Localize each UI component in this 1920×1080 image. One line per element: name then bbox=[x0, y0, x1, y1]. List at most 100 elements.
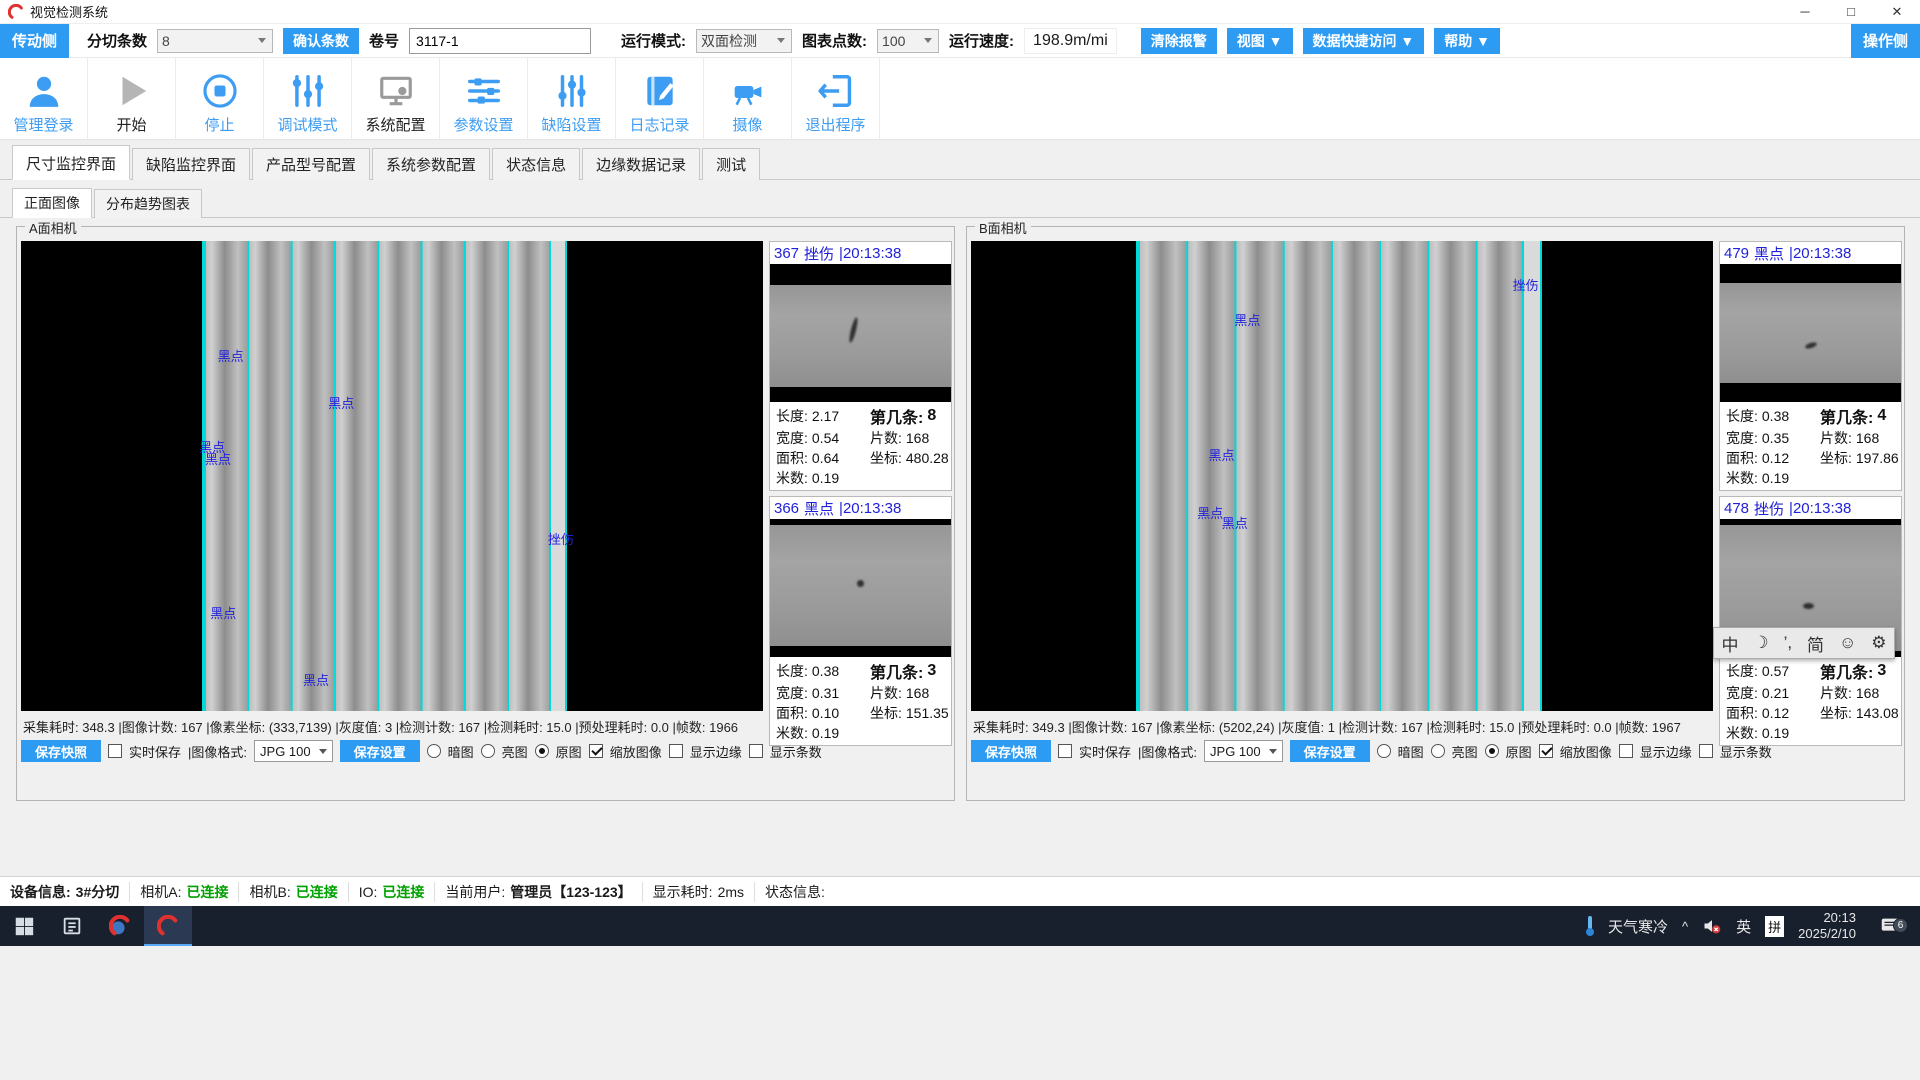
windows-start-button[interactable] bbox=[0, 906, 48, 946]
save-settings-button[interactable]: 保存设置 bbox=[1290, 740, 1370, 762]
camera-a-panel: A面相机 黑点 黑点 黑点 黑点 挫伤 黑点 黑点 367 挫伤 |20:13:… bbox=[16, 226, 955, 801]
camera-b-status-line: 采集耗时: 349.3 |图像计数: 167 |像素坐标: (5202,24) … bbox=[973, 717, 1898, 736]
start-button[interactable]: 开始 bbox=[88, 58, 176, 139]
sub-tab-bar: 正面图像 分布趋势图表 bbox=[0, 180, 1920, 218]
drive-side-button[interactable]: 传动侧 bbox=[0, 24, 69, 58]
tab-test[interactable]: 测试 bbox=[702, 148, 760, 180]
defect-thumbnail bbox=[770, 519, 951, 657]
top-toolbar: 传动侧 分切条数 8 确认条数 卷号 运行模式: 双面检测 图表点数: 100 … bbox=[0, 24, 1920, 58]
run-mode-label: 运行模式: bbox=[621, 30, 686, 51]
speaker-muted-icon[interactable] bbox=[1702, 916, 1722, 936]
original-image-radio[interactable] bbox=[535, 744, 549, 758]
ime-settings-gear-icon[interactable]: ⚙ bbox=[1871, 633, 1886, 653]
ime-punctuation[interactable]: ’, bbox=[1784, 633, 1793, 653]
show-edge-checkbox[interactable] bbox=[1619, 744, 1633, 758]
camera-a-status-line: 采集耗时: 348.3 |图像计数: 167 |像素坐标: (333,7139)… bbox=[23, 717, 948, 736]
tab-system-param-config[interactable]: 系统参数配置 bbox=[372, 148, 490, 180]
defect-label: 挫伤 bbox=[1513, 275, 1539, 294]
save-settings-button[interactable]: 保存设置 bbox=[340, 740, 420, 762]
slice-count-label: 分切条数 bbox=[87, 30, 147, 51]
image-format-select[interactable]: JPG 100 bbox=[254, 740, 333, 762]
device-info-value: 3#分切 bbox=[76, 882, 120, 902]
tab-edge-data-record[interactable]: 边缘数据记录 bbox=[582, 148, 700, 180]
chart-points-select[interactable]: 100 bbox=[877, 29, 939, 53]
data-quick-access-button[interactable]: 数据快捷访问 ▼ bbox=[1303, 28, 1425, 54]
app-logo-icon bbox=[157, 915, 179, 937]
window-title: 视觉检测系统 bbox=[30, 2, 108, 21]
realtime-save-checkbox[interactable] bbox=[1058, 744, 1072, 758]
defect-label: 黑点 bbox=[1222, 513, 1248, 532]
dark-image-radio[interactable] bbox=[427, 744, 441, 758]
title-bar: 视觉检测系统 ─ □ ✕ bbox=[0, 0, 1920, 24]
original-image-radio[interactable] bbox=[1485, 744, 1499, 758]
slice-count-select[interactable]: 8 bbox=[157, 29, 273, 53]
save-snapshot-button[interactable]: 保存快照 bbox=[971, 740, 1051, 762]
view-menu-button[interactable]: 视图 ▼ bbox=[1227, 28, 1293, 54]
tab-size-monitor[interactable]: 尺寸监控界面 bbox=[12, 145, 130, 180]
realtime-save-checkbox[interactable] bbox=[108, 744, 122, 758]
ime-simplified[interactable]: 简 bbox=[1807, 631, 1824, 656]
defect-stats: 长度:2.17 第几条:8 宽度:0.54 片数:168 面积:0.64 坐标:… bbox=[770, 402, 951, 490]
bright-image-radio[interactable] bbox=[481, 744, 495, 758]
tab-defect-monitor[interactable]: 缺陷监控界面 bbox=[132, 148, 250, 180]
language-indicator[interactable]: 英 bbox=[1736, 916, 1751, 937]
ime-indicator[interactable]: 拼 bbox=[1765, 916, 1784, 937]
help-menu-button[interactable]: 帮助 ▼ bbox=[1434, 28, 1500, 54]
task-view-button[interactable] bbox=[48, 906, 96, 946]
ime-emoji-icon[interactable]: ☺ bbox=[1839, 633, 1856, 653]
parameter-settings-button[interactable]: 参数设置 bbox=[440, 58, 528, 139]
system-config-button[interactable]: 系统配置 bbox=[352, 58, 440, 139]
debug-mode-button[interactable]: 调试模式 bbox=[264, 58, 352, 139]
tray-expand-caret[interactable]: ^ bbox=[1682, 919, 1688, 934]
show-strips-checkbox[interactable] bbox=[749, 744, 763, 758]
maximize-button[interactable]: □ bbox=[1828, 0, 1874, 23]
show-edge-checkbox[interactable] bbox=[669, 744, 683, 758]
main-content: A面相机 黑点 黑点 黑点 黑点 挫伤 黑点 黑点 367 挫伤 |20:13:… bbox=[0, 218, 1920, 876]
app-status-bar: 设备信息:3#分切 相机A:已连接 相机B:已连接 IO:已连接 当前用户:管理… bbox=[0, 876, 1920, 906]
weather-text[interactable]: 天气寒冷 bbox=[1608, 916, 1668, 937]
exit-program-button[interactable]: 退出程序 bbox=[792, 58, 880, 139]
image-format-select[interactable]: JPG 100 bbox=[1204, 740, 1283, 762]
run-mode-select[interactable]: 双面检测 bbox=[696, 29, 792, 53]
subtab-distribution-trend[interactable]: 分布趋势图表 bbox=[94, 189, 202, 218]
close-button[interactable]: ✕ bbox=[1874, 0, 1920, 23]
defect-settings-button[interactable]: 缺陷设置 bbox=[528, 58, 616, 139]
stop-button[interactable]: 停止 bbox=[176, 58, 264, 139]
save-snapshot-button[interactable]: 保存快照 bbox=[21, 740, 101, 762]
tab-status-info[interactable]: 状态信息 bbox=[492, 148, 580, 180]
app-taskbar-active-window[interactable] bbox=[144, 906, 192, 946]
defect-time: |20:13:38 bbox=[1789, 245, 1851, 262]
thermometer-icon[interactable] bbox=[1586, 916, 1594, 936]
defect-header: 479 黑点 |20:13:38 bbox=[1720, 242, 1901, 264]
defect-type: 黑点 bbox=[1754, 243, 1784, 264]
zoom-image-checkbox[interactable] bbox=[589, 744, 603, 758]
app-taskbar-shortcut[interactable] bbox=[96, 906, 144, 946]
play-icon bbox=[113, 72, 151, 110]
operate-side-button[interactable]: 操作侧 bbox=[1851, 24, 1920, 58]
roll-number-input[interactable] bbox=[409, 28, 591, 54]
subtab-front-image[interactable]: 正面图像 bbox=[12, 188, 92, 218]
confirm-count-button[interactable]: 确认条数 bbox=[283, 28, 359, 54]
tab-product-model-config[interactable]: 产品型号配置 bbox=[252, 148, 370, 180]
show-strips-checkbox[interactable] bbox=[1699, 744, 1713, 758]
system-tray: 天气寒冷 ^ 英 拼 20:13 2025/2/10 6 bbox=[1586, 906, 1920, 946]
clear-alarm-button[interactable]: 清除报警 bbox=[1141, 28, 1217, 54]
minimize-button[interactable]: ─ bbox=[1782, 0, 1828, 23]
capture-button[interactable]: 摄像 bbox=[704, 58, 792, 139]
defect-label: 黑点 bbox=[328, 393, 354, 412]
display-time-label: 显示耗时: bbox=[653, 882, 713, 902]
ime-fullwidth-icon[interactable]: ☽ bbox=[1753, 633, 1768, 653]
dark-image-radio[interactable] bbox=[1377, 744, 1391, 758]
ime-chinese-mode[interactable]: 中 bbox=[1721, 631, 1738, 656]
zoom-image-checkbox[interactable] bbox=[1539, 744, 1553, 758]
log-book-icon bbox=[641, 72, 679, 110]
defect-time: |20:13:38 bbox=[839, 245, 901, 262]
io-conn-label: IO: bbox=[359, 884, 378, 900]
notification-center-button[interactable]: 6 bbox=[1870, 915, 1910, 937]
admin-login-button[interactable]: 管理登录 bbox=[0, 58, 88, 139]
defect-type: 挫伤 bbox=[804, 243, 834, 264]
log-record-button[interactable]: 日志记录 bbox=[616, 58, 704, 139]
app-logo-icon bbox=[109, 915, 131, 937]
bright-image-radio[interactable] bbox=[1431, 744, 1445, 758]
clock[interactable]: 20:13 2025/2/10 bbox=[1798, 910, 1856, 943]
